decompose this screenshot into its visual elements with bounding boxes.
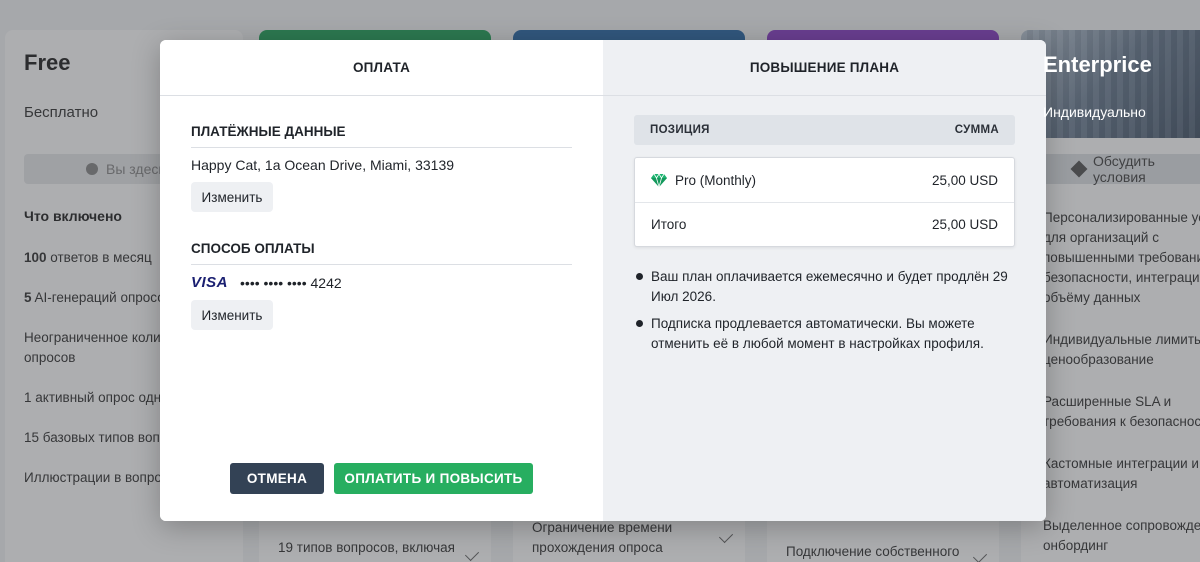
item-name: Pro (Monthly) xyxy=(675,172,757,188)
item-amount: 25,00 USD xyxy=(931,172,998,188)
plan-price: Индивидуально xyxy=(1043,104,1146,120)
billing-notes: Ваш план оплачивается ежемесячно и будет… xyxy=(636,267,1016,361)
billing-address: Happy Cat, 1a Ocean Drive, Miami, 33139 xyxy=(191,157,455,173)
note-renewal: Ваш план оплачивается ежемесячно и будет… xyxy=(636,267,1016,307)
visa-logo-icon: VISA xyxy=(191,274,229,291)
edit-payment-method-button[interactable]: Изменить xyxy=(191,300,273,330)
payment-pane: ОПЛАТА ПЛАТЁЖНЫЕ ДАННЫЕ Happy Cat, 1a Oc… xyxy=(160,40,603,521)
upgrade-summary-pane: ПОВЫШЕНИЕ ПЛАНА ПОЗИЦИЯ СУММА Pro (Month… xyxy=(603,40,1046,521)
gem-icon xyxy=(651,173,667,188)
edit-billing-button[interactable]: Изменить xyxy=(191,182,273,212)
summary-table-header: ПОЗИЦИЯ СУММА xyxy=(634,115,1015,145)
column-item: ПОЗИЦИЯ xyxy=(650,124,710,136)
total-amount: 25,00 USD xyxy=(931,217,998,232)
payment-method-title: СПОСОБ ОПЛАТЫ xyxy=(191,241,315,256)
table-row: Pro (Monthly) 25,00 USD xyxy=(635,158,1014,202)
total-label: Итого xyxy=(651,217,687,232)
pay-and-upgrade-button[interactable]: ОПЛАТИТЬ И ПОВЫСИТЬ xyxy=(334,463,533,494)
summary-table: Pro (Monthly) 25,00 USD Итого 25,00 USD xyxy=(634,157,1015,247)
tab-payment[interactable]: ОПЛАТА xyxy=(160,40,603,96)
note-auto-renew: Подписка продлевается автоматически. Вы … xyxy=(636,314,1016,354)
divider xyxy=(191,264,572,265)
table-row-total: Итого 25,00 USD xyxy=(635,202,1014,246)
cancel-button[interactable]: ОТМЕНА xyxy=(230,463,324,494)
upgrade-payment-modal: ОПЛАТА ПЛАТЁЖНЫЕ ДАННЫЕ Happy Cat, 1a Oc… xyxy=(160,40,1046,521)
column-amount: СУММА xyxy=(954,124,999,136)
divider xyxy=(191,147,572,148)
item-cell: Pro (Monthly) xyxy=(651,172,756,188)
tab-upgrade-plan[interactable]: ПОВЫШЕНИЕ ПЛАНА xyxy=(603,40,1046,96)
plan-title: Enterprice xyxy=(1043,52,1152,77)
billing-section-title: ПЛАТЁЖНЫЕ ДАННЫЕ xyxy=(191,124,346,139)
card-summary: VISA •••• •••• •••• 4242 xyxy=(191,274,342,291)
masked-card-number: •••• •••• •••• 4242 xyxy=(240,274,342,291)
